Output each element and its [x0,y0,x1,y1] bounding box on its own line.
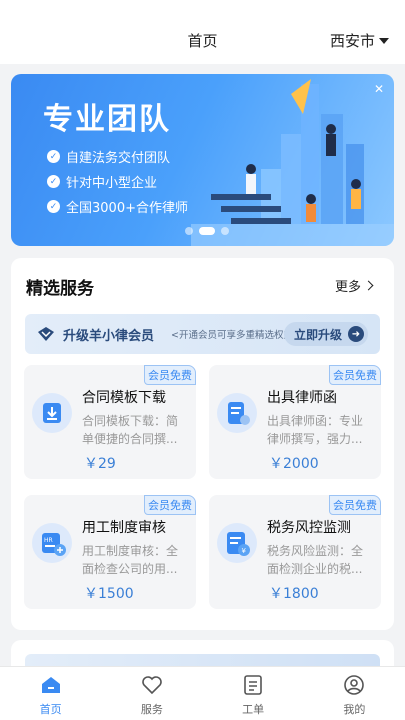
diamond-icon [38,327,54,341]
city-selector[interactable]: 西安市 [330,30,389,51]
service-card-contract-template[interactable]: 会员免费 合同模板下载 合同模板下载：简单便捷的合同撰... ￥29 [24,365,196,479]
banner-bullet: ✓ 针对中小型企业 [47,169,188,194]
member-free-badge: 会员免费 [329,365,381,385]
city-label: 西安市 [329,32,375,50]
upgrade-button[interactable]: 立即升级 ➜ [283,322,368,346]
service-desc: 出具律师函：专业律师撰写，强力... [267,414,364,446]
banner-title: 专业团队 [43,102,171,137]
tax-icon: ¥ [217,523,257,563]
check-icon: ✓ [47,175,60,188]
banner-bullet: ✓ 自建法务交付团队 [47,144,188,169]
heart-icon [142,676,162,695]
carousel-indicator [185,227,229,235]
top-bar: 首页 西安市 [0,0,405,64]
banner-bullet: ✓ 全国3000+合作律师 [47,194,188,219]
carousel-dot[interactable] [221,227,229,235]
tab-work-orders[interactable]: 工单 [203,667,304,720]
service-desc: 税务风险监测：全面检测企业的税... [267,544,364,576]
member-free-badge: 会员免费 [144,495,196,515]
team-city-illustration [191,79,394,246]
service-name: 合同模板下载 [82,390,166,406]
promo-banner[interactable]: ✕ 专业团队 ✓ 自建法务交付团队 ✓ 针对中小型企业 ✓ 全国3000+合作律师 [11,74,394,246]
tab-services[interactable]: 服务 [101,667,202,720]
profile-icon [344,675,365,695]
tab-home[interactable]: 首页 [0,667,101,720]
download-icon [32,393,72,433]
hr-icon: HR [32,523,72,563]
tab-profile[interactable]: 我的 [304,667,405,720]
bottom-tab-bar: 首页 服务 工单 我的 [0,666,405,720]
arrow-right-icon: ➜ [348,326,364,342]
carousel-dot-active[interactable] [199,227,215,235]
tab-label: 工单 [242,703,265,716]
letter-icon [217,393,257,433]
member-free-badge: 会员免费 [144,365,196,385]
section-title: 精选服务 [26,279,94,299]
carousel-dot[interactable] [185,227,193,235]
service-name: 出具律师函 [267,390,337,406]
more-link[interactable]: 更多 [335,276,374,295]
svg-text:HR: HR [44,537,53,544]
vip-upgrade-bar[interactable]: 升级羊小律会员 <开通会员可享多重精选权益> 立即升级 ➜ [25,314,380,354]
service-card-lawyer-letter[interactable]: 会员免费 出具律师函 出具律师函：专业律师撰写，强力... ￥2000 [209,365,381,479]
service-desc: 用工制度审核：全面检查公司的用... [82,544,179,576]
close-icon[interactable]: ✕ [374,82,384,96]
vip-subtitle: <开通会员可享多重精选权益> [171,330,301,341]
service-card-tax-monitor[interactable]: 会员免费 ¥ 税务风控监测 税务风险监测：全面检测企业的税... ￥1800 [209,495,381,609]
service-name: 用工制度审核 [82,520,166,536]
service-card-hr-review[interactable]: 会员免费 HR 用工制度审核 用工制度审核：全面检查公司的用... ￥1500 [24,495,196,609]
tab-label: 首页 [39,703,62,716]
service-price: ￥2000 [269,456,319,472]
service-price: ￥1800 [269,586,319,602]
banner-bullets: ✓ 自建法务交付团队 ✓ 针对中小型企业 ✓ 全国3000+合作律师 [47,144,188,219]
home-icon [41,677,60,693]
service-desc: 合同模板下载：简单便捷的合同撰... [82,414,179,446]
list-icon [244,675,262,695]
tab-label: 我的 [343,703,366,716]
member-free-badge: 会员免费 [329,495,381,515]
caret-down-icon [379,37,389,44]
chevron-right-icon [363,280,374,291]
check-icon: ✓ [47,200,60,213]
featured-services-card: 精选服务 更多 升级羊小律会员 <开通会员可享多重精选权益> 立即升级 ➜ 会员… [11,258,394,630]
svg-text:¥: ¥ [242,547,247,555]
tab-label: 服务 [140,703,163,716]
service-price: ￥1500 [84,586,134,602]
vip-title: 升级羊小律会员 [63,329,155,344]
service-price: ￥29 [84,456,116,472]
service-name: 税务风控监测 [267,520,351,536]
check-icon: ✓ [47,150,60,163]
